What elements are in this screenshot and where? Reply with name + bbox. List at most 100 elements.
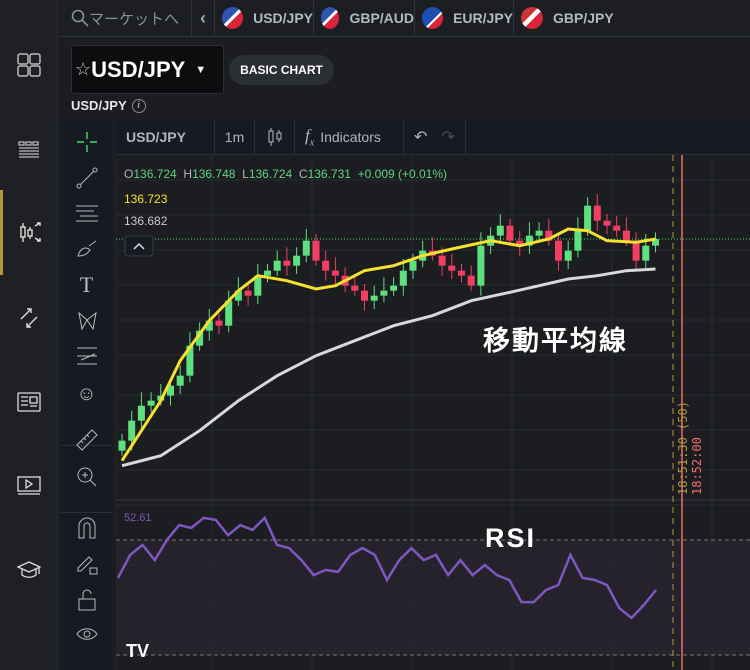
candle-body xyxy=(283,260,291,266)
candle-body xyxy=(438,255,446,266)
h-label: H xyxy=(183,167,193,181)
redo-icon[interactable]: ↷ xyxy=(441,127,454,147)
candle-body xyxy=(322,260,330,271)
interval-button[interactable]: 1m xyxy=(215,119,255,155)
gb-au-flag-icon xyxy=(321,7,340,29)
ma-slow-line xyxy=(121,267,656,468)
candle-body xyxy=(622,230,630,241)
video-icon[interactable] xyxy=(0,466,58,506)
low-value: 136.724 xyxy=(248,167,293,181)
candle-body xyxy=(593,205,601,221)
chart-trade-icon[interactable] xyxy=(0,190,58,275)
trend-line-icon[interactable] xyxy=(61,163,112,193)
tab-eur-jpy[interactable]: EUR/JPY xyxy=(415,0,514,37)
pattern-icon[interactable] xyxy=(61,306,112,336)
star-icon[interactable]: ☆ xyxy=(75,59,91,80)
tradingview-logo: TV xyxy=(126,641,149,661)
us-jp-flag-icon xyxy=(222,7,244,29)
education-icon[interactable] xyxy=(0,550,58,590)
crosshair-icon[interactable] xyxy=(61,127,112,157)
candle-body xyxy=(264,270,271,276)
function-icon: fx xyxy=(305,125,315,149)
indicators-button[interactable]: fx Indicators xyxy=(295,119,404,155)
price-chart[interactable]: 18:51:30 (50) 18:52:00 52.61 TV 移動平均線 RS… xyxy=(116,155,750,670)
candles-icon xyxy=(268,128,281,146)
candle-body xyxy=(302,240,310,256)
drawing-toolbar: T ☺ xyxy=(61,120,112,670)
news-icon[interactable] xyxy=(0,382,58,422)
undo-redo: ↶ ↷ xyxy=(404,119,466,155)
search-placeholder: マーケットへ xyxy=(89,10,180,28)
candle-body xyxy=(448,265,456,271)
fib-icon[interactable] xyxy=(61,341,112,371)
market-search[interactable]: マーケットへ xyxy=(59,0,192,37)
tab-label: GBP/AUD xyxy=(349,10,414,26)
collapse-button[interactable] xyxy=(124,235,154,257)
chart-type-button[interactable] xyxy=(255,119,295,155)
symbol-subtitle: USD/JPY i xyxy=(71,98,146,113)
visibility-icon[interactable] xyxy=(61,620,112,650)
lock-drawings-icon[interactable] xyxy=(61,549,112,579)
undo-icon[interactable]: ↶ xyxy=(414,127,427,147)
subtitle-text: USD/JPY xyxy=(71,98,127,113)
rsi-value: 52.61 xyxy=(124,512,152,524)
candle-body xyxy=(506,225,514,241)
open-value: 136.724 xyxy=(133,167,177,181)
indicators-label: Indicators xyxy=(320,129,381,145)
caret-down-icon: ▼ xyxy=(195,63,207,76)
ma-slow-value: 136.682 xyxy=(124,214,168,228)
brush-icon[interactable] xyxy=(61,233,112,263)
candle-body xyxy=(244,290,252,296)
candle-body xyxy=(496,225,504,236)
unlock-icon[interactable] xyxy=(61,585,112,615)
candles xyxy=(118,194,659,456)
close-value: 136.731 xyxy=(307,167,351,181)
exchange-icon[interactable] xyxy=(0,298,58,338)
candle-body xyxy=(564,250,572,261)
candle-body xyxy=(555,240,562,261)
candle-body xyxy=(137,405,145,421)
tab-gbp-aud[interactable]: GBP/AUD xyxy=(314,0,415,37)
candle-body xyxy=(361,290,368,301)
magnet-icon[interactable] xyxy=(61,513,112,543)
candle-body xyxy=(467,275,475,286)
scroll-left-button[interactable]: ‹ xyxy=(192,0,215,37)
info-icon[interactable]: i xyxy=(131,98,146,113)
candle-body xyxy=(215,320,223,326)
ma-annotation: 移動平均線 xyxy=(483,325,628,356)
ohlc-legend: O136.724 H136.748 L136.724 C136.731 +0.0… xyxy=(124,167,447,228)
basic-chart-button[interactable]: BASIC CHART xyxy=(229,55,334,85)
tab-gbp-jpy[interactable]: GBP/JPY xyxy=(514,0,614,37)
tab-usd-jpy[interactable]: USD/JPY xyxy=(215,0,314,37)
symbol-selector[interactable]: ☆ USD/JPY ▼ xyxy=(71,45,224,94)
zoom-in-icon[interactable] xyxy=(61,462,112,492)
emoji-icon[interactable]: ☺ xyxy=(61,379,112,409)
candle-body xyxy=(176,375,184,386)
candle-body xyxy=(535,230,543,236)
change-value: +0.009 (+0.01%) xyxy=(357,167,448,181)
candle-body xyxy=(584,205,592,231)
candle-body xyxy=(118,440,126,451)
market-tabs-bar: マーケットへ ‹ USD/JPY GBP/AUD EUR/JPY GBP/JPY xyxy=(59,0,750,37)
dashboard-icon[interactable] xyxy=(0,45,58,85)
l-label: L xyxy=(242,167,249,181)
current-time-label: 18:52:00 xyxy=(690,437,704,495)
search-icon xyxy=(71,9,89,27)
tab-label: GBP/JPY xyxy=(553,10,614,26)
gb-jp-flag-icon xyxy=(521,7,543,29)
markets-list-icon[interactable] xyxy=(0,130,58,170)
symbol-name: USD/JPY xyxy=(91,56,186,82)
parallel-lines-icon[interactable] xyxy=(61,198,112,228)
candle-body xyxy=(370,295,378,301)
text-tool-icon[interactable]: T xyxy=(61,270,112,300)
candle-body xyxy=(390,285,398,291)
ruler-icon[interactable] xyxy=(61,425,112,455)
chart-symbol[interactable]: USD/JPY xyxy=(116,119,215,155)
candle-body xyxy=(331,270,339,276)
candle-body xyxy=(458,270,465,276)
candle-body xyxy=(128,420,136,441)
candle-body xyxy=(147,400,155,406)
candle-body xyxy=(399,270,407,286)
candle-body xyxy=(613,225,621,231)
candle-body xyxy=(293,255,301,266)
